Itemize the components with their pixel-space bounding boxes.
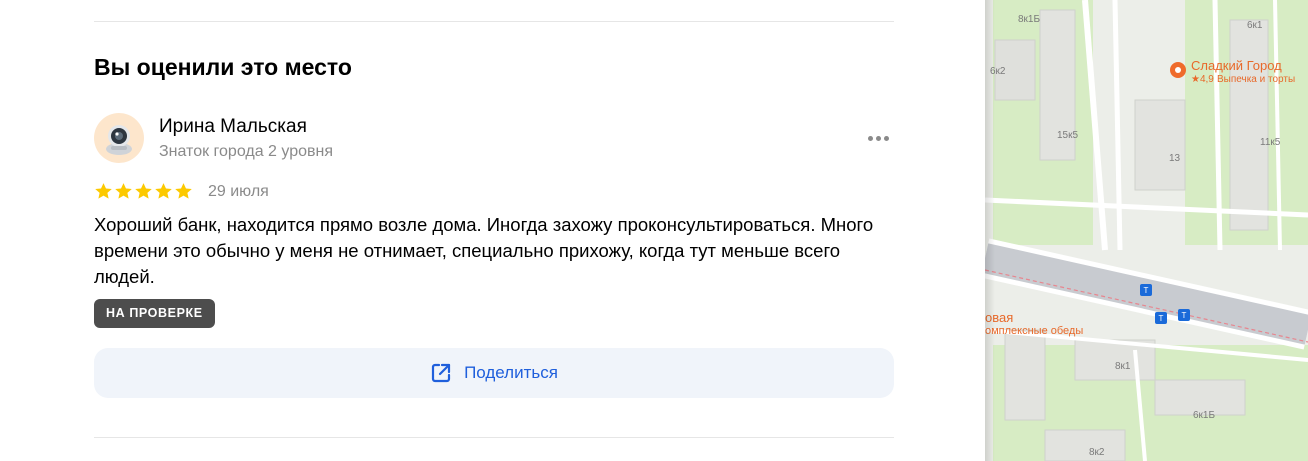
transit-stop-icon[interactable]: Т	[1140, 284, 1152, 296]
transit-stop-icon[interactable]: Т	[1155, 312, 1167, 324]
map-building-label: 8к1	[1115, 361, 1131, 372]
status-badge: НА ПРОВЕРКЕ	[94, 299, 215, 328]
map-poi-name[interactable]: Сладкий Город	[1191, 58, 1282, 73]
map-building-label: 13	[1169, 153, 1181, 164]
map-canvas[interactable]: Т Т Т 8к1Б 6к1 6к2 15к5 13 11к5 8к1 6к1Б…	[985, 0, 1308, 461]
star-icon	[175, 183, 192, 199]
cafe-pin-icon[interactable]	[1170, 62, 1186, 78]
star-icon	[95, 183, 112, 199]
author-name[interactable]: Ирина Мальская	[159, 116, 307, 138]
map-poi2-subtitle: омплексные обеды	[985, 325, 1083, 337]
top-divider	[94, 21, 894, 22]
svg-text:Т: Т	[1144, 286, 1149, 295]
map-edge-shadow	[985, 0, 995, 461]
star-icon	[135, 183, 152, 199]
avatar[interactable]	[94, 113, 144, 163]
map-building-label: 6к1Б	[1193, 410, 1215, 421]
more-options-icon	[875, 135, 881, 141]
more-options-icon	[867, 135, 873, 141]
svg-text:Т: Т	[1159, 314, 1164, 323]
more-options-icon	[883, 135, 889, 141]
section-title: Вы оценили это место	[94, 54, 352, 80]
map-building-label: 6к1	[1247, 20, 1263, 31]
review-panel: Вы оценили это место Ирина Мальская Знат…	[0, 0, 985, 461]
map-building-label: 8к2	[1089, 447, 1105, 458]
review-date: 29 июля	[208, 183, 269, 200]
map-poi-rating: ★4,9	[1191, 74, 1214, 85]
map-poi-category: Выпечка и торты	[1217, 74, 1295, 85]
star-icon	[115, 183, 132, 199]
avatar-robot-icon	[106, 125, 132, 155]
map[interactable]: Т Т Т 8к1Б 6к1 6к2 15к5 13 11к5 8к1 6к1Б…	[985, 0, 1308, 461]
bottom-divider	[94, 437, 894, 438]
svg-text:Т: Т	[1182, 311, 1187, 320]
star-icon	[155, 183, 172, 199]
map-building-label: 8к1Б	[1018, 14, 1040, 25]
more-options-button[interactable]	[862, 127, 894, 149]
map-building-label: 15к5	[1057, 130, 1078, 141]
share-icon	[431, 363, 451, 383]
map-building-label: 11к5	[1260, 137, 1281, 148]
share-button[interactable]: Поделиться	[94, 348, 894, 398]
review-text: Хороший банк, находится прямо возле дома…	[94, 214, 874, 287]
transit-stop-icon[interactable]: Т	[1178, 309, 1190, 321]
share-label: Поделиться	[464, 363, 558, 382]
author-level: Знаток города 2 уровня	[159, 143, 334, 160]
rating-stars	[94, 182, 193, 201]
